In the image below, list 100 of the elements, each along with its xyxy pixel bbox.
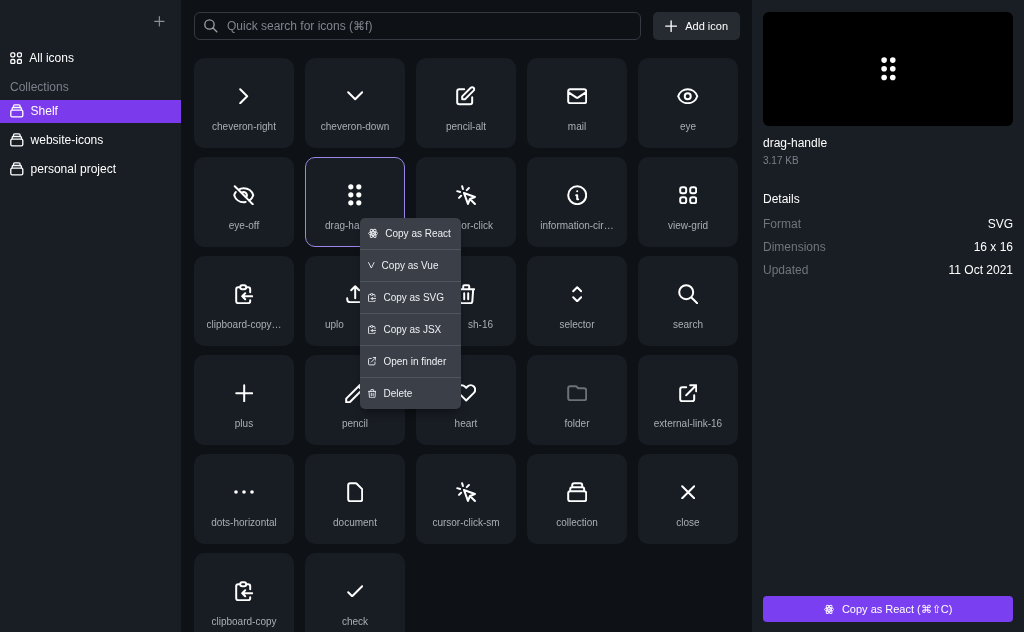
menu-item[interactable]: Copy as JSX bbox=[360, 314, 461, 346]
icon-card[interactable]: clipboard-copy bbox=[194, 553, 294, 632]
icon-label: dots-horizontal bbox=[211, 517, 277, 528]
atom-icon bbox=[823, 603, 834, 615]
icon-label: drag-ha bbox=[324, 220, 360, 231]
icon-card[interactable]: information-cir… bbox=[527, 157, 627, 247]
icon-card[interactable]: selector bbox=[527, 256, 627, 346]
icon-label: document bbox=[333, 517, 377, 528]
grid-icon bbox=[678, 185, 698, 205]
cursor-click-icon bbox=[455, 184, 477, 206]
icon-card[interactable]: cursor-click-sm bbox=[416, 454, 516, 544]
icon-label: pencil bbox=[341, 418, 369, 429]
icon-label: eye-off bbox=[228, 220, 260, 231]
detail-label: Format bbox=[763, 216, 801, 231]
icon-card[interactable]: dots-horizontal bbox=[194, 454, 294, 544]
icon-card[interactable]: plus bbox=[194, 355, 294, 445]
icon-card[interactable]: external-link-16 bbox=[638, 355, 738, 445]
copy-button[interactable]: Copy as React (⌘⇧C) bbox=[763, 596, 1013, 622]
icon-label: heart bbox=[454, 418, 478, 429]
atom-icon bbox=[368, 228, 379, 239]
icon-label: cursor-click-sm bbox=[432, 517, 500, 528]
external-link-icon bbox=[678, 383, 698, 403]
dots-icon bbox=[879, 56, 897, 82]
trash-icon bbox=[368, 388, 377, 399]
icon-card[interactable]: close bbox=[638, 454, 738, 544]
close-icon bbox=[680, 484, 696, 500]
icon-label: mail bbox=[567, 121, 587, 132]
sidebar-item[interactable]: All icons bbox=[0, 46, 181, 70]
search-icon bbox=[204, 19, 218, 33]
vee-icon bbox=[368, 262, 375, 269]
icon-label: folder bbox=[564, 418, 590, 429]
sidebar-item[interactable]: Shelf bbox=[0, 99, 181, 123]
search-icon bbox=[677, 283, 699, 305]
tray-stack-icon bbox=[10, 162, 24, 176]
icon-label: sh-16 bbox=[468, 319, 494, 330]
clipboard-icon bbox=[368, 324, 377, 335]
dots-three-icon bbox=[233, 489, 255, 495]
dots-six-icon bbox=[347, 183, 363, 207]
file-size: 3.17 KB bbox=[763, 155, 800, 166]
icon-card[interactable]: search bbox=[638, 256, 738, 346]
eye-icon bbox=[677, 87, 699, 105]
menu-item[interactable]: Copy as React bbox=[360, 218, 461, 250]
icon-label: search bbox=[673, 319, 703, 330]
menu-item[interactable]: Open in finder bbox=[360, 346, 461, 378]
details-heading: Details bbox=[763, 192, 801, 206]
sidebar-item[interactable]: personal project bbox=[0, 157, 181, 181]
icon-label: close bbox=[676, 517, 700, 528]
check-icon bbox=[346, 584, 364, 598]
plus-icon bbox=[664, 19, 678, 33]
detail-label: Updated bbox=[763, 262, 809, 277]
icon-card[interactable]: eye-off bbox=[194, 157, 294, 247]
menu-item[interactable]: Copy as SVG bbox=[360, 282, 461, 314]
icon-card[interactable]: collection bbox=[527, 454, 627, 544]
icon-card[interactable]: folder bbox=[527, 355, 627, 445]
icon-card[interactable]: view-grid bbox=[638, 157, 738, 247]
chevron-down-icon bbox=[346, 91, 364, 101]
search-field[interactable]: Quick search for icons (⌘f) bbox=[194, 12, 641, 40]
icon-label: clipboard-copy bbox=[211, 616, 277, 627]
icon-card[interactable]: document bbox=[305, 454, 405, 544]
info-icon bbox=[566, 184, 588, 206]
icon-label: information-cir… bbox=[540, 220, 614, 231]
menu-item[interactable]: Copy as Vue bbox=[360, 250, 461, 282]
icon-card[interactable]: clipboard-copy… bbox=[194, 256, 294, 346]
cursor-click-icon bbox=[455, 481, 477, 503]
external-link-icon bbox=[368, 357, 377, 366]
icon-label: collection bbox=[556, 517, 598, 528]
eye-off-icon bbox=[233, 184, 255, 206]
chevron-right-icon bbox=[239, 87, 249, 105]
detail-value: 11 Oct 2021 bbox=[948, 262, 1013, 277]
detail-label: Dimensions bbox=[763, 239, 826, 254]
icon-card[interactable]: mail bbox=[527, 58, 627, 148]
icon-label: clipboard-copy… bbox=[206, 319, 282, 330]
icon-label: uplo bbox=[324, 319, 344, 330]
detail-value: 16 x 16 bbox=[973, 239, 1013, 254]
icon-label: check bbox=[341, 616, 369, 627]
icon-label: external-link-16 bbox=[653, 418, 723, 429]
icon-label: selector bbox=[559, 319, 595, 330]
icon-label: cheveron-down bbox=[320, 121, 390, 132]
tray-stack-icon bbox=[10, 104, 24, 118]
grid-icon bbox=[10, 52, 23, 65]
add-collection-button[interactable] bbox=[154, 16, 165, 27]
icon-card[interactable]: eye bbox=[638, 58, 738, 148]
tray-stack-icon bbox=[10, 133, 24, 147]
icon-card[interactable]: check bbox=[305, 553, 405, 632]
icon-card[interactable]: cheveron-down bbox=[305, 58, 405, 148]
detail-value: SVG bbox=[987, 216, 1013, 231]
icon-label: eye bbox=[679, 121, 697, 132]
document-icon bbox=[346, 481, 364, 503]
selector-icon bbox=[571, 285, 583, 303]
icon-card[interactable]: pencil-alt bbox=[416, 58, 516, 148]
icon-label: view-grid bbox=[668, 220, 708, 231]
icon-card[interactable]: cheveron-right bbox=[194, 58, 294, 148]
plus-icon bbox=[154, 16, 165, 27]
add-icon-button[interactable]: Add icon bbox=[653, 12, 740, 40]
mail-icon bbox=[566, 87, 588, 105]
icon-label: cheveron-right bbox=[212, 121, 276, 132]
sidebar-item[interactable]: website-icons bbox=[0, 128, 181, 152]
clipboard-icon bbox=[368, 292, 377, 303]
section-label: Collections bbox=[9, 78, 70, 96]
clipboard-icon bbox=[234, 580, 254, 602]
